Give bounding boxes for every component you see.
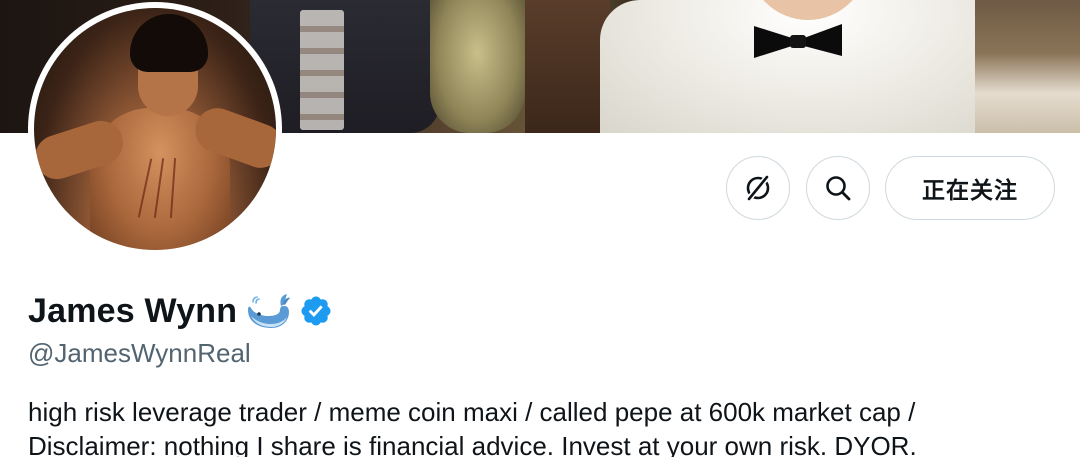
- display-name: James Wynn: [28, 291, 238, 330]
- profile-bio: high risk leverage trader / meme coin ma…: [28, 395, 1068, 457]
- banner-figure-brown: [525, 0, 610, 133]
- name-row: James Wynn: [28, 288, 333, 334]
- profile-page: 正在关注 James Wynn @JamesWynnReal high risk…: [0, 0, 1080, 457]
- banner-figure-gold-dress: [430, 0, 525, 133]
- verified-badge-icon[interactable]: [299, 294, 333, 328]
- profile-avatar[interactable]: [28, 2, 282, 256]
- user-handle: @JamesWynnReal: [28, 338, 251, 368]
- grok-slash-circle-icon: [745, 174, 771, 202]
- avatar-hair: [130, 14, 208, 72]
- search-icon: [826, 176, 851, 201]
- bio-line: Disclaimer: nothing I share is financial…: [28, 431, 917, 457]
- search-button[interactable]: [806, 156, 870, 220]
- bowtie-icon: [754, 24, 842, 58]
- following-button[interactable]: 正在关注: [885, 156, 1055, 220]
- avatar-photo: [34, 8, 276, 250]
- whale-emoji-icon: [248, 294, 291, 328]
- bio-line: high risk leverage trader / meme coin ma…: [28, 397, 916, 427]
- banner-playing-cards: [300, 10, 344, 130]
- grok-button[interactable]: [726, 156, 790, 220]
- banner-right-decor: [975, 0, 1080, 133]
